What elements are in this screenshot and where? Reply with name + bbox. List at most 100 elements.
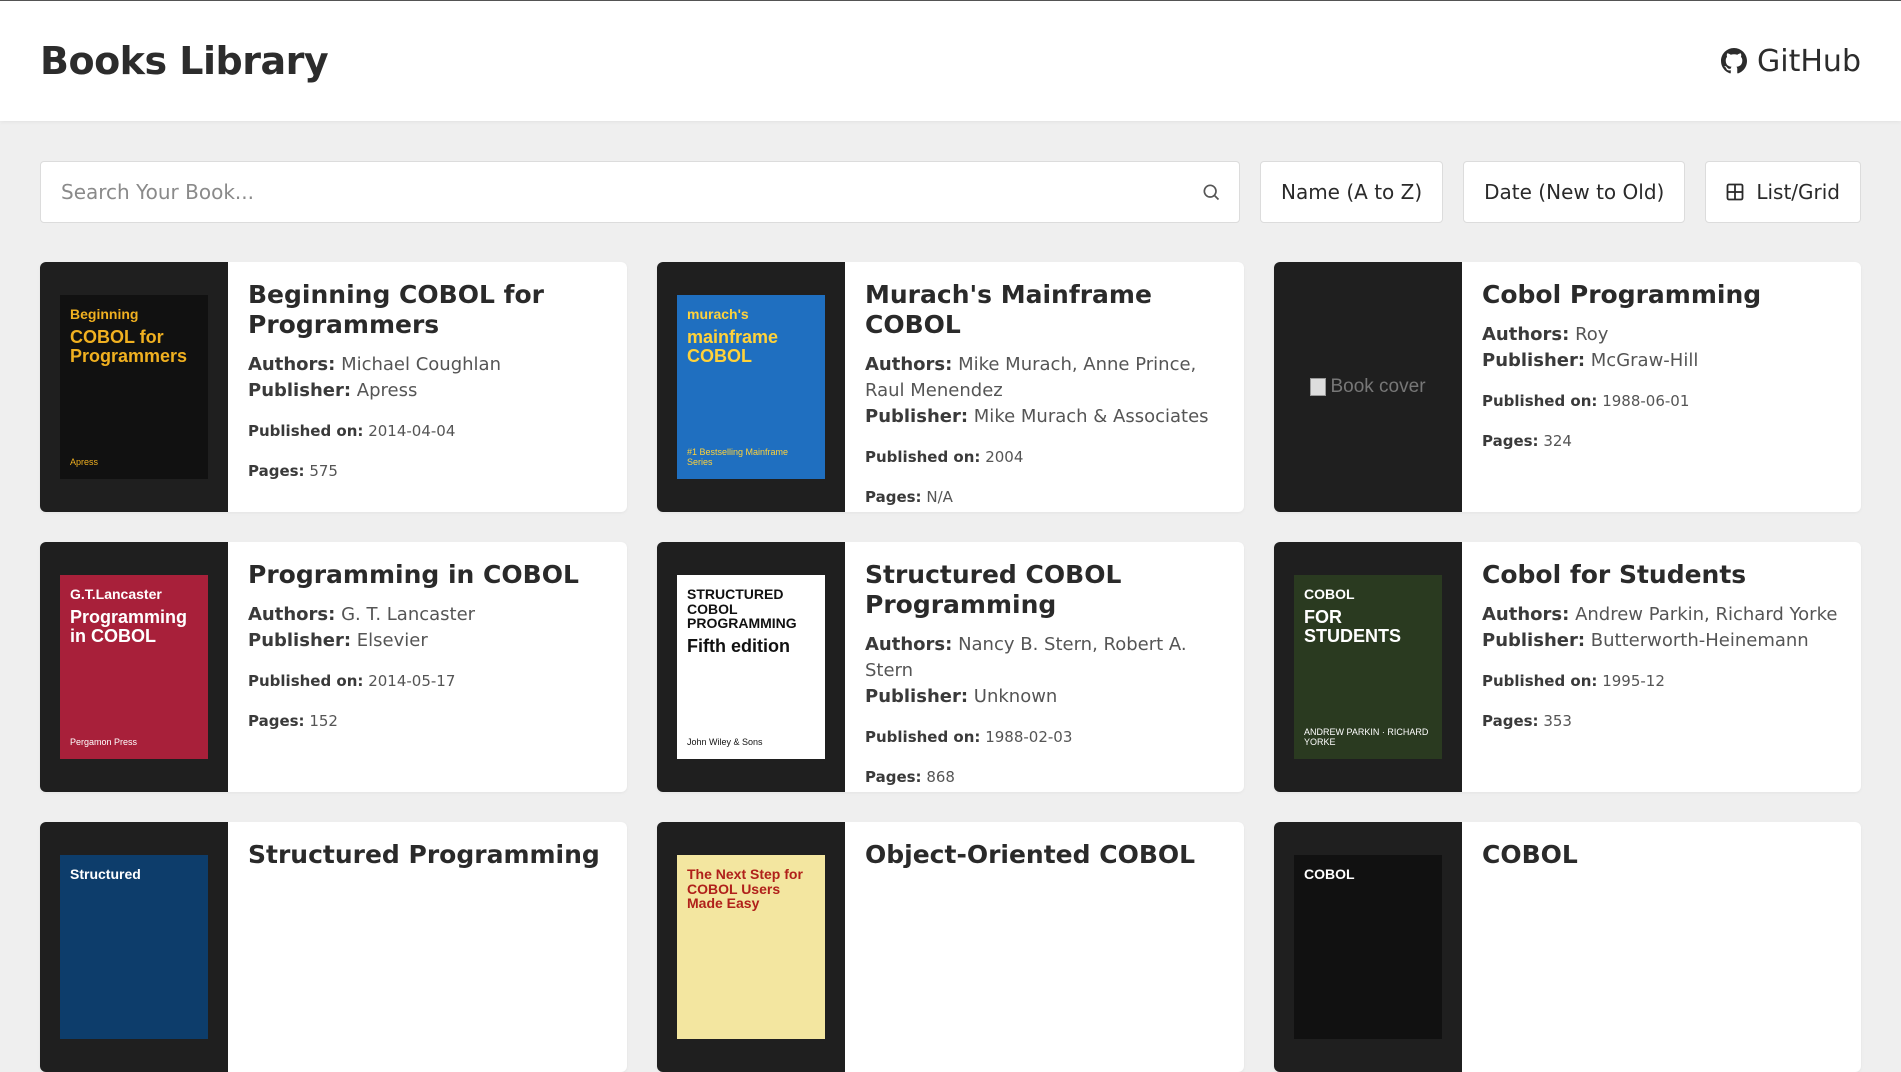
book-authors-value: Michael Coughlan	[341, 354, 501, 375]
book-title[interactable]: Object-Oriented COBOL	[865, 840, 1224, 870]
book-publisher-label: Publisher:	[865, 686, 969, 708]
grid-icon	[1726, 183, 1744, 201]
book-publisher: Publisher: Elsevier	[248, 628, 607, 654]
book-title[interactable]: Structured COBOL Programming	[865, 560, 1224, 620]
book-published-on-label: Published on:	[865, 448, 981, 467]
book-cover-frame: The Next Step for COBOL Users Made Easy	[657, 822, 845, 1072]
book-cover-frame: Book cover	[1274, 262, 1462, 512]
book-pages: Pages: 575	[248, 462, 607, 480]
view-toggle-button[interactable]: List/Grid	[1705, 161, 1861, 223]
book-card[interactable]: The Next Step for COBOL Users Made Easy O…	[657, 822, 1244, 1072]
book-pages: Pages: 152	[248, 712, 607, 730]
book-published-on-value: 1988-06-01	[1602, 392, 1690, 411]
book-authors: Authors: G. T. Lancaster	[248, 602, 607, 628]
book-info: Programming in COBOL Authors: G. T. Lanca…	[228, 542, 627, 792]
book-published-on-value: 2014-05-17	[368, 672, 456, 691]
book-publisher-value: Butterworth-Heinemann	[1590, 630, 1809, 652]
book-published-on: Published on: 1995-12	[1482, 672, 1841, 690]
book-authors-label: Authors:	[865, 634, 953, 655]
book-pages-label: Pages:	[865, 488, 922, 507]
book-info: Murach's Mainframe COBOL Authors: Mike Mu…	[845, 262, 1244, 512]
book-pages: Pages: 353	[1482, 712, 1841, 730]
book-card[interactable]: Book cover Cobol Programming Authors: Roy P…	[1274, 262, 1861, 512]
cover-text: #1 Bestselling Mainframe Series	[687, 447, 789, 467]
book-published-on-label: Published on:	[865, 728, 981, 747]
book-title[interactable]: COBOL	[1482, 840, 1841, 870]
book-pages-value: 152	[309, 712, 338, 731]
book-authors-label: Authors:	[1482, 324, 1570, 345]
book-publisher-label: Publisher:	[1482, 630, 1586, 652]
book-cover-frame: COBOL	[1274, 822, 1462, 1072]
cover-text: COBOL for Programmers	[70, 326, 188, 366]
book-cover-image: COBOL FOR STUDENTS ANDREW PARKIN · RICHARD…	[1294, 575, 1442, 759]
book-authors-label: Authors:	[1482, 604, 1570, 625]
cover-text: mainframe COBOL	[687, 326, 779, 366]
book-authors: Authors: Nancy B. Stern, Robert A. Stern	[865, 632, 1224, 684]
book-title[interactable]: Murach's Mainframe COBOL	[865, 280, 1224, 340]
book-authors-label: Authors:	[248, 354, 336, 375]
book-authors-label: Authors:	[865, 354, 953, 375]
book-published-on: Published on: 1988-06-01	[1482, 392, 1841, 410]
github-icon	[1721, 48, 1748, 74]
view-toggle-label: List/Grid	[1756, 180, 1840, 204]
github-link[interactable]: GitHub	[1721, 44, 1861, 79]
book-title[interactable]: Programming in COBOL	[248, 560, 607, 590]
github-label: GitHub	[1757, 43, 1861, 79]
toolbar: Name (A to Z) Date (New to Old) List/Gri…	[40, 161, 1861, 223]
book-published-on: Published on: 1988-02-03	[865, 728, 1224, 746]
book-title[interactable]: Beginning COBOL for Programmers	[248, 280, 607, 340]
search-box	[40, 161, 1240, 223]
book-title[interactable]: Cobol for Students	[1482, 560, 1841, 590]
book-pages-label: Pages:	[1482, 712, 1539, 731]
cover-text: Pergamon Press	[70, 737, 138, 747]
book-publisher: Publisher: McGraw-Hill	[1482, 348, 1841, 374]
book-cover-alt: Book cover	[1330, 376, 1426, 397]
book-cover-frame: Beginning COBOL for Programmers Apress	[40, 262, 228, 512]
book-published-on-label: Published on:	[248, 422, 364, 441]
book-info: Cobol Programming Authors: Roy Publisher: …	[1462, 262, 1861, 512]
cover-text: STRUCTURED COBOL PROGRAMMING	[687, 586, 797, 632]
book-cover-image: Beginning COBOL for Programmers Apress	[60, 295, 208, 479]
book-publisher-value: Elsevier	[356, 630, 428, 652]
book-pages-label: Pages:	[248, 462, 305, 481]
book-card[interactable]: COBOL FOR STUDENTS ANDREW PARKIN · RICHARD…	[1274, 542, 1861, 792]
book-cover-frame: G.T.Lancaster Programming in COBOL Pergamo…	[40, 542, 228, 792]
book-publisher: Publisher: Butterworth-Heinemann	[1482, 628, 1841, 654]
book-card[interactable]: COBOL COBOL	[1274, 822, 1861, 1072]
book-published-on-value: 2004	[985, 448, 1024, 467]
cover-text: Beginning	[70, 306, 139, 322]
book-pages-value: 324	[1543, 432, 1572, 451]
book-published-on-value: 1995-12	[1602, 672, 1665, 691]
book-authors-value: G. T. Lancaster	[341, 604, 476, 625]
book-card[interactable]: STRUCTURED COBOL PROGRAMMING Fifth editio…	[657, 542, 1244, 792]
book-grid: Beginning COBOL for Programmers Apress Begi…	[40, 262, 1861, 1072]
book-card[interactable]: murach's mainframe COBOL #1 Bestselling Ma…	[657, 262, 1244, 512]
book-published-on-label: Published on:	[1482, 392, 1598, 411]
book-publisher-label: Publisher:	[248, 380, 352, 402]
book-pages-label: Pages:	[865, 768, 922, 787]
book-pages: Pages: 324	[1482, 432, 1841, 450]
search-icon[interactable]	[1201, 182, 1221, 202]
book-info: Structured COBOL Programming Authors: Nan…	[845, 542, 1244, 792]
book-title[interactable]: Cobol Programming	[1482, 280, 1841, 310]
book-publisher-value: McGraw-Hill	[1590, 350, 1699, 372]
book-published-on-value: 2014-04-04	[368, 422, 456, 441]
book-card[interactable]: G.T.Lancaster Programming in COBOL Pergamo…	[40, 542, 627, 792]
sort-date-button[interactable]: Date (New to Old)	[1463, 161, 1686, 223]
book-publisher-label: Publisher:	[248, 630, 352, 652]
cover-text: Fifth edition	[687, 636, 790, 657]
book-info: COBOL	[1462, 822, 1861, 1072]
sort-name-button[interactable]: Name (A to Z)	[1259, 161, 1444, 223]
book-pages-value: N/A	[926, 488, 953, 507]
book-cover-image: Structured	[60, 855, 208, 1039]
book-info: Cobol for Students Authors: Andrew Parkin…	[1462, 542, 1861, 792]
book-authors: Authors: Mike Murach, Anne Prince, Raul …	[865, 352, 1224, 404]
search-input[interactable]	[61, 180, 1201, 204]
sort-date-label: Date (New to Old)	[1484, 180, 1665, 204]
book-title[interactable]: Structured Programming	[248, 840, 607, 870]
book-publisher: Publisher: Mike Murach & Associates	[865, 404, 1224, 430]
book-card[interactable]: Beginning COBOL for Programmers Apress Begi…	[40, 262, 627, 512]
cover-text: ANDREW PARKIN · RICHARD YORKE	[1304, 727, 1429, 747]
book-card[interactable]: Structured Structured Programming	[40, 822, 627, 1072]
cover-text: FOR STUDENTS	[1304, 606, 1402, 646]
